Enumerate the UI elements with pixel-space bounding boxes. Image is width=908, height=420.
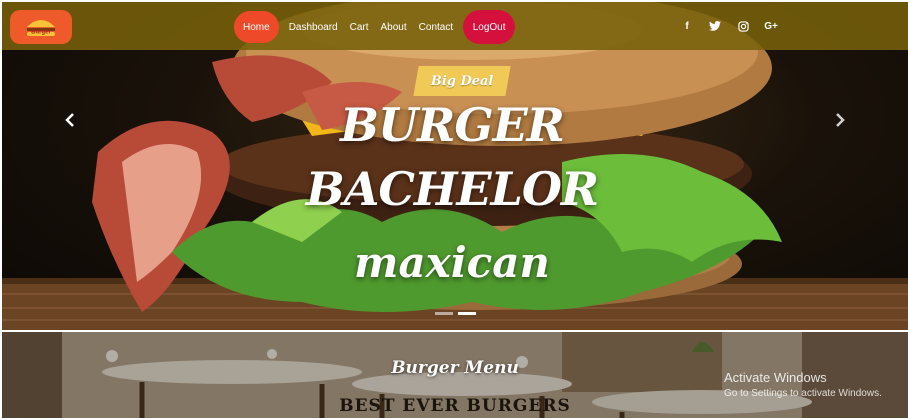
carousel-next-button[interactable] bbox=[830, 108, 850, 132]
nav-about[interactable]: About bbox=[375, 11, 413, 43]
top-navbar: Burger Home Dashboard Cart About Contact… bbox=[2, 2, 908, 50]
nav-cart[interactable]: Cart bbox=[344, 11, 375, 43]
nav-links: Home Dashboard Cart About Contact LogOut bbox=[234, 10, 516, 44]
google-plus-icon[interactable]: G+ bbox=[764, 16, 778, 36]
facebook-icon[interactable]: f bbox=[680, 16, 694, 36]
carousel-indicators bbox=[435, 312, 476, 315]
badge-label: Big Deal bbox=[430, 73, 494, 89]
hero-title-line-2: BACHELOR bbox=[305, 162, 599, 216]
nav-contact[interactable]: Contact bbox=[413, 11, 459, 43]
social-links: f G+ bbox=[680, 16, 778, 36]
chevron-right-icon bbox=[836, 113, 845, 127]
twitter-icon[interactable] bbox=[708, 16, 722, 36]
hero-carousel: Burger Home Dashboard Cart About Contact… bbox=[2, 2, 908, 330]
menu-subheading: BEST EVER BURGERS bbox=[339, 396, 571, 416]
nav-dashboard[interactable]: Dashboard bbox=[283, 11, 344, 43]
instagram-icon[interactable] bbox=[736, 16, 750, 36]
hero-title-line-3: maxican bbox=[354, 238, 550, 287]
chevron-left-icon bbox=[65, 113, 74, 127]
burger-menu-section: Burger Menu BEST EVER BURGERS Activate W… bbox=[2, 332, 908, 418]
hero-title-line-1: BURGER bbox=[340, 98, 565, 152]
carousel-indicator[interactable] bbox=[435, 312, 453, 315]
menu-heading: Burger Menu bbox=[391, 358, 519, 378]
big-deal-badge: Big Deal bbox=[413, 66, 511, 96]
page: Burger Home Dashboard Cart About Contact… bbox=[2, 2, 908, 418]
activate-windows-title: Activate Windows bbox=[724, 370, 827, 385]
brand-logo[interactable]: Burger bbox=[10, 10, 72, 44]
logo-text: Burger bbox=[31, 30, 51, 36]
carousel-indicator-active[interactable] bbox=[458, 312, 476, 315]
carousel-prev-button[interactable] bbox=[60, 108, 80, 132]
burger-logo-icon: Burger bbox=[27, 20, 55, 36]
activate-windows-subtitle: Go to Settings to activate Windows. bbox=[724, 388, 882, 399]
logout-button[interactable]: LogOut bbox=[463, 10, 516, 44]
nav-home[interactable]: Home bbox=[234, 11, 279, 43]
